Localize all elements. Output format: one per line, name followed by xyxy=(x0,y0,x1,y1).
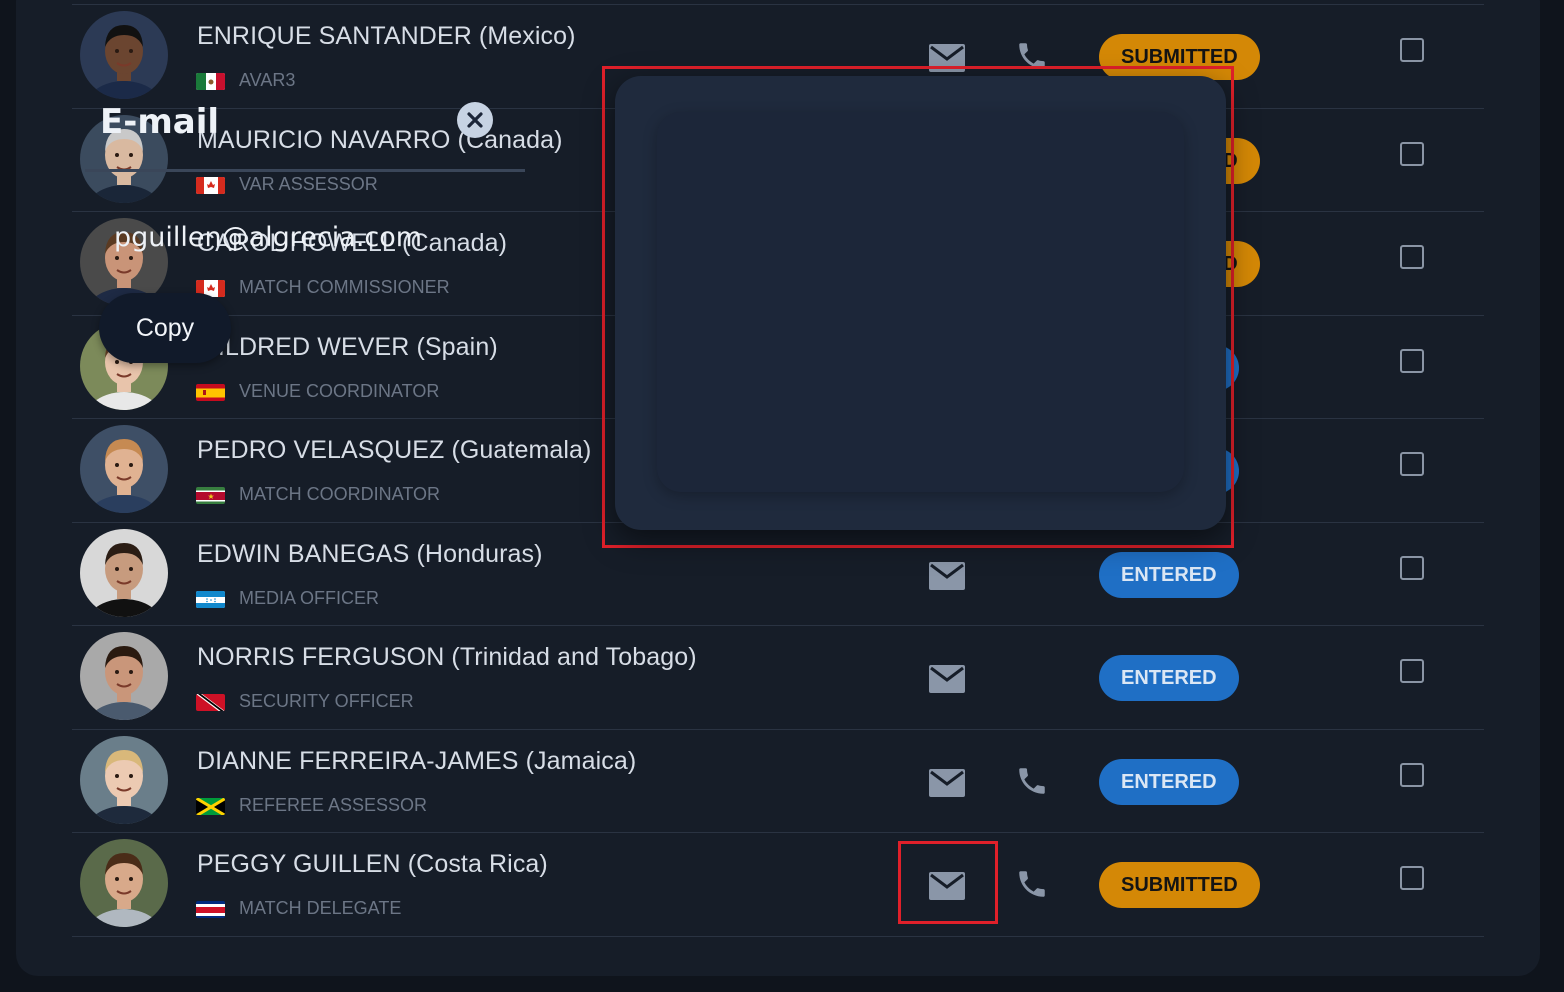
avatar xyxy=(80,735,168,824)
avatar xyxy=(80,839,168,927)
status-badge: ENTERED xyxy=(1099,551,1239,598)
person-role: VENUE COORDINATOR xyxy=(239,380,440,401)
mail-icon xyxy=(929,872,965,900)
person-role: SECURITY OFFICER xyxy=(239,691,414,711)
honduras-flag-icon xyxy=(196,590,225,608)
person-name: EDWIN BANEGAS (Honduras) xyxy=(197,539,543,568)
email-button[interactable] xyxy=(926,37,968,79)
phone-icon xyxy=(1019,767,1045,794)
email-button[interactable] xyxy=(926,658,968,700)
person-name: MAURICIO NAVARRO (Canada) xyxy=(197,125,563,154)
modal-title: E-mail xyxy=(100,102,220,142)
status-badge: ENTERED xyxy=(1099,655,1239,701)
avatar xyxy=(80,11,168,99)
row-checkbox[interactable] xyxy=(1400,762,1424,787)
spain-flag-icon xyxy=(196,383,225,401)
row-checkbox[interactable] xyxy=(1400,659,1424,683)
row-checkbox[interactable] xyxy=(1400,38,1424,62)
row-checkbox[interactable] xyxy=(1400,245,1424,269)
mail-icon xyxy=(929,561,965,590)
person-role: REFEREE ASSESSOR xyxy=(239,794,428,815)
row-checkbox[interactable] xyxy=(1400,452,1424,476)
suriname-flag-icon xyxy=(196,487,225,504)
row-checkbox[interactable] xyxy=(1400,141,1424,166)
modal-divider xyxy=(85,169,525,172)
person-role: AVAR3 xyxy=(239,70,296,90)
person-name: PEDRO VELASQUEZ (Guatemala) xyxy=(197,436,592,464)
phone-button[interactable] xyxy=(1012,863,1052,905)
close-button[interactable] xyxy=(457,102,493,138)
email-modal xyxy=(615,76,1226,530)
email-address: pguillen@algrecia.com xyxy=(114,222,423,253)
phone-button[interactable] xyxy=(1012,760,1052,802)
table-row: PEGGY GUILLEN (Costa Rica) MATCH DELEGATE… xyxy=(72,833,1484,937)
canada-flag-icon xyxy=(196,176,225,194)
avatar xyxy=(80,425,168,513)
avatar xyxy=(80,632,168,720)
row-checkbox[interactable] xyxy=(1400,555,1424,580)
person-name: DIANNE FERREIRA-JAMES (Jamaica) xyxy=(197,746,637,775)
table-row: NORRIS FERGUSON (Trinidad and Tobago) SEC… xyxy=(72,626,1484,730)
row-checkbox[interactable] xyxy=(1400,866,1424,890)
mail-icon xyxy=(929,768,965,797)
jamaica-flag-icon xyxy=(196,797,225,815)
phone-button[interactable] xyxy=(1012,35,1052,77)
person-name: PEGGY GUILLEN (Costa Rica) xyxy=(197,850,548,878)
person-role: MATCH COORDINATOR xyxy=(239,484,440,504)
copy-button[interactable]: Copy xyxy=(99,293,231,363)
table-row: DIANNE FERREIRA-JAMES (Jamaica) REFEREE A… xyxy=(72,730,1484,833)
status-badge: SUBMITTED xyxy=(1099,34,1260,80)
person-role: MATCH DELEGATE xyxy=(239,898,402,918)
trinidad-flag-icon xyxy=(196,694,225,711)
status-badge: SUBMITTED xyxy=(1099,862,1260,908)
email-modal-card xyxy=(657,112,1184,492)
mexico-flag-icon xyxy=(196,73,225,90)
mail-icon xyxy=(929,44,965,72)
costarica-flag-icon xyxy=(196,901,225,918)
table-row: EDWIN BANEGAS (Honduras) MEDIA OFFICER ENT… xyxy=(72,523,1484,626)
person-role: MEDIA OFFICER xyxy=(239,587,380,608)
status-badge: ENTERED xyxy=(1099,758,1239,805)
mail-icon xyxy=(929,665,965,693)
person-name: ENRIQUE SANTANDER (Mexico) xyxy=(197,22,576,50)
email-button[interactable] xyxy=(926,762,968,804)
email-button[interactable] xyxy=(926,555,968,597)
close-icon xyxy=(467,112,483,128)
avatar xyxy=(80,528,168,617)
person-name: MILDRED WEVER (Spain) xyxy=(197,332,498,361)
person-name: NORRIS FERGUSON (Trinidad and Tobago) xyxy=(197,643,697,671)
row-checkbox[interactable] xyxy=(1400,348,1424,373)
email-button[interactable] xyxy=(926,865,968,907)
phone-icon xyxy=(1019,43,1045,69)
person-role: MATCH COMMISSIONER xyxy=(239,277,450,297)
person-role: VAR ASSESSOR xyxy=(239,173,378,194)
phone-icon xyxy=(1019,871,1045,897)
